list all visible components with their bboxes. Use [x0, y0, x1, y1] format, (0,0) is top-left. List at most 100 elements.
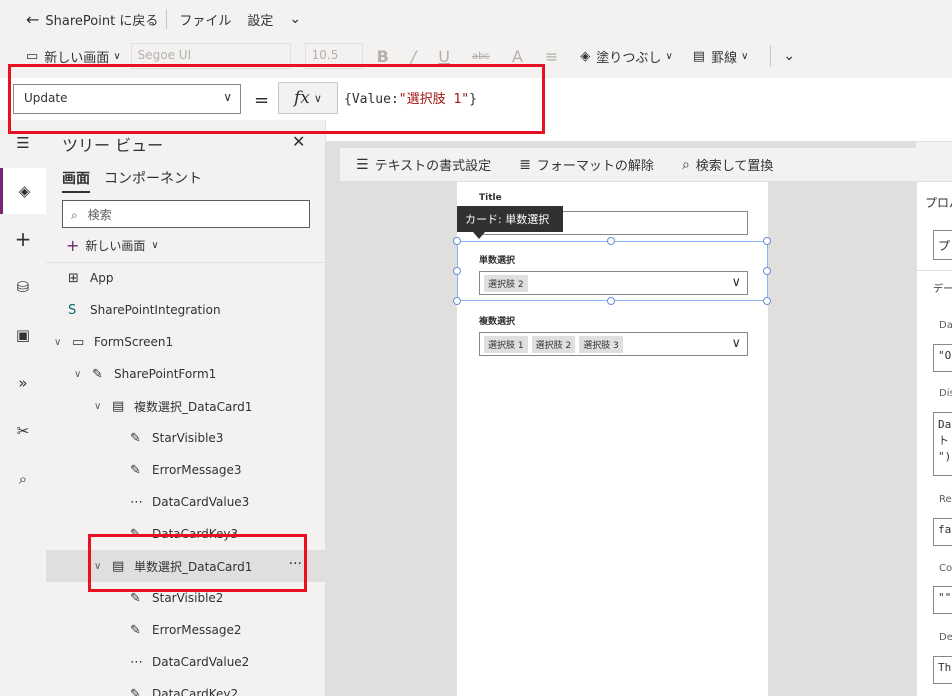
top-menu-bar: ← SharePoint に戻る ファイル 設定 ⌄: [0, 0, 952, 38]
label-icon: ✎: [130, 590, 141, 606]
tab-components[interactable]: コンポーネント: [104, 168, 202, 193]
combobox-icon: ⋯: [130, 654, 143, 670]
tree-tabs: 画面 コンポーネント: [62, 168, 216, 193]
strikethrough-icon[interactable]: abc: [472, 51, 490, 62]
media-icon[interactable]: ▣: [0, 312, 46, 358]
properties-tab-button[interactable]: プ: [933, 230, 952, 260]
back-arrow-icon: ←: [26, 9, 40, 29]
settings-menu[interactable]: 設定: [247, 10, 273, 29]
screen-icon: ▭: [26, 48, 39, 64]
resize-handle[interactable]: [453, 237, 461, 245]
resize-handle[interactable]: [763, 267, 771, 275]
combobox-icon: ⋯: [130, 494, 143, 510]
label-icon: ✎: [130, 462, 141, 478]
border-button[interactable]: ▤ 罫線 ∨: [693, 47, 749, 66]
title-field-label: Title: [479, 193, 502, 203]
bold-icon[interactable]: B: [377, 47, 389, 66]
property-label: Rec: [939, 494, 952, 505]
tree-node-datacardkey2[interactable]: ✎ DataCardKey2: [130, 678, 238, 696]
tree-node-datacardvalue2[interactable]: ⋯ DataCardValue2: [130, 646, 249, 678]
power-automate-icon[interactable]: »: [0, 360, 46, 406]
multi-select-label: 複数選択: [479, 317, 516, 327]
chevron-down-icon: ∨: [113, 50, 121, 62]
screen-icon: ▭: [72, 334, 85, 350]
resize-handle[interactable]: [763, 297, 771, 305]
data-section-header: データ: [933, 284, 952, 295]
label-icon: ✎: [130, 622, 141, 638]
tree-search-input[interactable]: ⌕ 検索: [62, 200, 310, 228]
resize-handle[interactable]: [453, 297, 461, 305]
chevron-down-icon[interactable]: ∨: [94, 401, 108, 412]
format-text-icon: ☰: [356, 156, 369, 173]
new-screen-button[interactable]: ▭ 新しい画面 ∨: [26, 47, 121, 66]
plus-icon: +: [66, 236, 80, 255]
form-icon: ✎: [92, 366, 103, 382]
font-color-icon[interactable]: A: [512, 47, 523, 66]
search-icon: ⌕: [71, 208, 78, 222]
find-replace-button[interactable]: ⌕ 検索して置換: [681, 155, 773, 175]
fill-button[interactable]: ◈ 塗りつぶし ∨: [580, 47, 672, 66]
file-menu[interactable]: ファイル: [179, 10, 231, 29]
multi-select-combobox[interactable]: 選択肢 1 選択肢 2 選択肢 3 ∨: [479, 332, 748, 356]
tree-node-datacardvalue3[interactable]: ⋯ DataCardValue3: [130, 486, 249, 518]
property-value-input[interactable]: "O: [933, 344, 952, 372]
italic-icon[interactable]: /: [411, 47, 416, 66]
sharepoint-icon: S: [68, 302, 77, 318]
tab-screens[interactable]: 画面: [62, 168, 90, 193]
tools-icon[interactable]: ✂: [0, 408, 46, 454]
tree-node-errormessage2[interactable]: ✎ ErrorMessage2: [130, 614, 241, 646]
properties-title: プロパ: [925, 196, 952, 210]
new-screen-button[interactable]: + 新しい画面 ∨: [66, 236, 159, 255]
tree-node-errormessage3[interactable]: ✎ ErrorMessage3: [130, 454, 241, 486]
tree-node-sharepointform1[interactable]: ∨ ✎ SharePointForm1: [74, 358, 216, 390]
selected-chip: 選択肢 1: [484, 335, 528, 353]
tree-node-app[interactable]: ⊞ App: [68, 262, 113, 294]
resize-handle[interactable]: [763, 237, 771, 245]
label-icon: ✎: [130, 686, 141, 696]
tree-node-sharepoint-integration[interactable]: S SharePointIntegration: [68, 294, 221, 326]
clear-format-button[interactable]: ≣ フォーマットの解除: [519, 155, 654, 175]
tree-node-formscreen1[interactable]: ∨ ▭ FormScreen1: [54, 326, 173, 358]
card-icon: ▤: [112, 398, 125, 414]
chevron-down-icon[interactable]: ∨: [74, 369, 88, 380]
chevron-down-icon[interactable]: ∨: [731, 336, 741, 351]
back-to-sharepoint-button[interactable]: ← SharePoint に戻る: [26, 10, 158, 29]
search-icon[interactable]: ⌕: [0, 456, 46, 502]
database-icon[interactable]: ⛁: [0, 264, 46, 310]
property-label: Dis: [939, 388, 952, 399]
tooltip-arrow: [473, 232, 485, 239]
border-icon: ▤: [692, 48, 706, 64]
property-value-input[interactable]: "": [933, 586, 952, 614]
card-tooltip: カード: 単数選択: [457, 206, 563, 232]
divider: [770, 45, 772, 67]
selection-frame[interactable]: [457, 241, 768, 301]
paint-bucket-icon: ◈: [580, 48, 591, 64]
clear-format-icon: ≣: [519, 156, 531, 173]
chevron-down-icon: ∨: [151, 240, 159, 251]
app-icon: ⊞: [68, 270, 79, 286]
underline-icon[interactable]: U: [438, 47, 450, 66]
property-value-input[interactable]: Da ト "): [933, 412, 952, 476]
chevron-down-icon[interactable]: ⌄: [783, 48, 795, 64]
properties-panel: プロパ プ データ Da "O Dis Da ト ") Rec fa Co ""…: [916, 182, 952, 696]
layers-icon[interactable]: ◈: [0, 168, 46, 214]
chevron-down-icon[interactable]: ∨: [54, 337, 68, 348]
align-icon[interactable]: ≡: [545, 47, 558, 66]
tree-node-starvisible3[interactable]: ✎ StarVisible3: [130, 422, 223, 454]
chevron-down-icon[interactable]: ⌄: [289, 11, 301, 27]
resize-handle[interactable]: [607, 237, 615, 245]
property-label: Da: [939, 320, 952, 331]
chevron-down-icon: ∨: [665, 50, 673, 62]
tree-node-multi-select-datacard[interactable]: ∨ ▤ 複数選択_DataCard1: [94, 390, 252, 422]
divider: [917, 270, 952, 271]
resize-handle[interactable]: [453, 267, 461, 275]
divider: [166, 9, 168, 29]
property-value-input[interactable]: Th: [933, 656, 952, 684]
close-icon[interactable]: ✕: [292, 132, 305, 151]
insert-plus-icon[interactable]: +: [0, 216, 46, 262]
resize-handle[interactable]: [607, 297, 615, 305]
highlight-box-tree-node: [88, 534, 307, 592]
property-value-input[interactable]: fa: [933, 518, 952, 546]
search-icon: ⌕: [681, 156, 690, 173]
format-text-button[interactable]: ☰ テキストの書式設定: [356, 155, 491, 175]
